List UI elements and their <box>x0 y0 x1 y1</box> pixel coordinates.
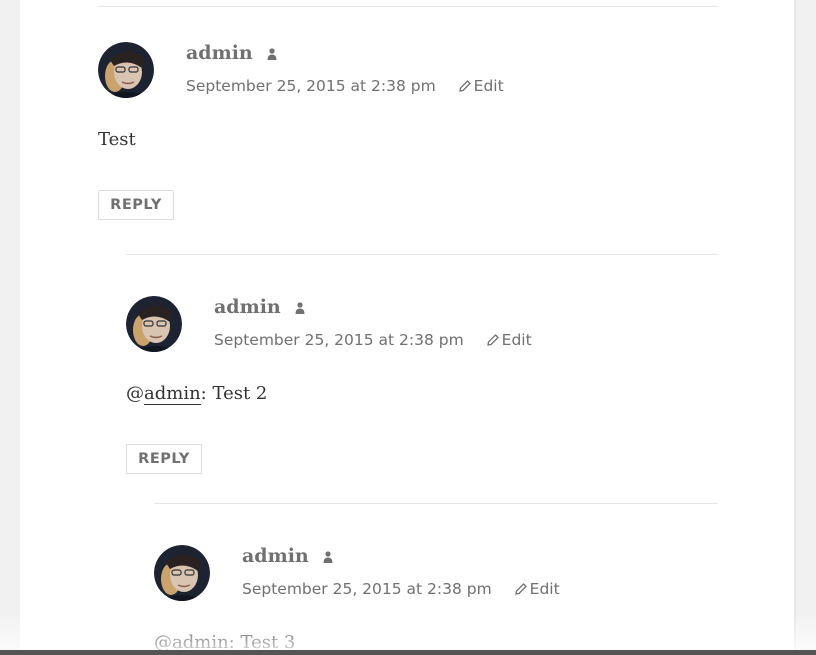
comment-divider <box>126 254 718 255</box>
edit-label: Edit <box>473 77 504 95</box>
author-name[interactable]: admin <box>242 545 309 567</box>
edit-link[interactable]: Edit <box>458 77 504 97</box>
pencil-icon <box>514 580 527 600</box>
edit-label: Edit <box>501 331 532 349</box>
page-edge-shadow <box>794 0 796 655</box>
comment-date[interactable]: September 25, 2015 at 2:38 pm <box>242 580 492 598</box>
mention-prefix: @ <box>126 383 144 404</box>
reply-button[interactable]: REPLY <box>98 190 174 220</box>
author-name[interactable]: admin <box>214 296 281 318</box>
person-icon <box>323 545 333 569</box>
avatar[interactable] <box>126 296 182 352</box>
comment-text: Test <box>98 129 136 150</box>
comment-date[interactable]: September 25, 2015 at 2:38 pm <box>186 77 436 95</box>
window-bottom-edge <box>0 650 816 655</box>
edit-label: Edit <box>529 580 560 598</box>
comment-divider <box>154 503 718 504</box>
mention-link[interactable]: admin <box>144 383 201 405</box>
comment-author: admin <box>214 295 305 320</box>
comment-meta: September 25, 2015 at 2:38 pm Edit <box>214 330 532 351</box>
person-icon <box>295 296 305 320</box>
edit-link[interactable]: Edit <box>514 580 560 600</box>
comment-meta: September 25, 2015 at 2:38 pm Edit <box>186 76 504 97</box>
edit-link[interactable]: Edit <box>486 331 532 351</box>
pencil-icon <box>486 331 499 351</box>
comment-text: : Test 2 <box>200 383 268 404</box>
comment-body: Test <box>98 128 136 152</box>
reply-button[interactable]: REPLY <box>126 444 202 474</box>
comment-divider <box>98 6 718 7</box>
comment-meta: September 25, 2015 at 2:38 pm Edit <box>242 579 560 600</box>
comment-author: admin <box>242 544 333 569</box>
comment-body: @admin: Test 2 <box>126 382 267 406</box>
avatar[interactable] <box>154 545 210 601</box>
avatar[interactable] <box>98 42 154 98</box>
comment-author: admin <box>186 41 277 66</box>
person-icon <box>267 42 277 66</box>
comment-date[interactable]: September 25, 2015 at 2:38 pm <box>214 331 464 349</box>
pencil-icon <box>458 77 471 97</box>
author-name[interactable]: admin <box>186 42 253 64</box>
